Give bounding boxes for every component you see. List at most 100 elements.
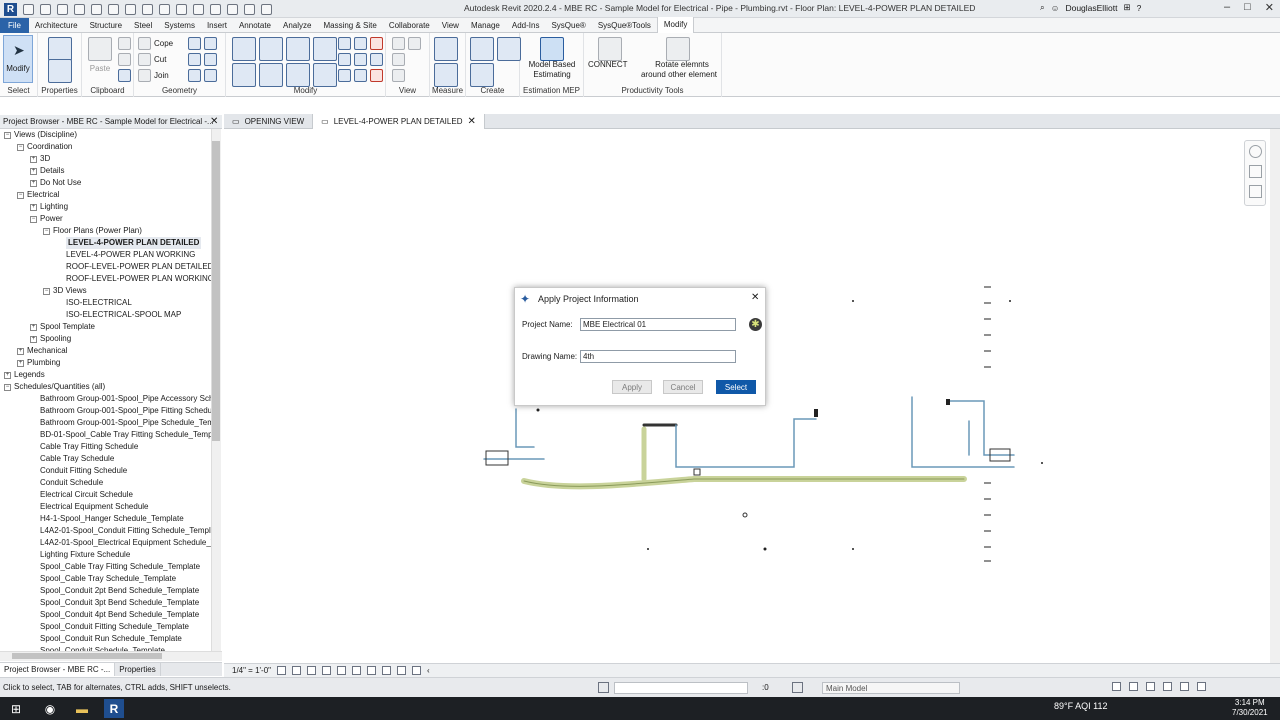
shadows-icon[interactable] [322, 666, 332, 675]
design-options-icon[interactable] [792, 682, 803, 693]
tree-item[interactable]: Bathroom Group-001-Spool_Pipe Accessory … [30, 393, 211, 405]
scroll-left-icon[interactable]: ‹ [427, 666, 430, 675]
tree-item[interactable]: ROOF-LEVEL-POWER PLAN WORKING [56, 273, 211, 285]
menu-tab-manage[interactable]: Manage [465, 18, 506, 33]
expand-icon[interactable]: + [30, 167, 37, 175]
match-properties-icon[interactable] [118, 69, 131, 82]
revit-logo-icon[interactable]: R [4, 2, 17, 16]
cart-icon[interactable]: ⊞ [1123, 2, 1130, 13]
help-icon[interactable]: ? [1137, 3, 1142, 13]
clock[interactable]: 3:14 PM 7/30/2021 [1232, 698, 1268, 718]
tree-item[interactable]: − Coordination [17, 141, 72, 153]
scale-icon[interactable] [354, 53, 367, 66]
tab-level-4-power-plan[interactable]: ▭ LEVEL-4-POWER PLAN DETAILED ✕ [313, 114, 485, 129]
file-explorer-icon[interactable]: ▬ [72, 699, 92, 718]
menu-tab-structure[interactable]: Structure [84, 18, 128, 33]
tree-item[interactable]: L4A2-01-Spool_Electrical Equipment Sched… [30, 537, 211, 549]
wall-joins-icon[interactable] [204, 53, 217, 66]
collapse-icon[interactable]: − [17, 191, 24, 199]
mirror-draw-icon[interactable] [313, 37, 337, 61]
select-by-face-icon[interactable] [1163, 682, 1172, 691]
collapse-icon[interactable]: − [43, 287, 50, 295]
sync-icon[interactable] [57, 3, 68, 15]
tree-item[interactable]: − Views (Discipline) [4, 129, 77, 141]
menu-tab-sysque[interactable]: SysQue® [545, 18, 591, 33]
copy-icon[interactable] [259, 63, 283, 87]
measure-icon[interactable] [125, 3, 136, 15]
tree-item[interactable]: LEVEL-4-POWER PLAN DETAILED [56, 237, 202, 249]
dimension-icon[interactable] [434, 63, 458, 87]
settings-gear-icon[interactable]: ✱ [749, 318, 762, 331]
visual-style-icon[interactable] [292, 666, 302, 675]
linework-icon[interactable] [392, 53, 405, 66]
tab-properties[interactable]: Properties [115, 663, 161, 676]
select-dropdown[interactable]: Select [0, 86, 37, 95]
create-group-icon[interactable] [470, 63, 494, 87]
tree-item[interactable]: Spool_Cable Tray Fitting Schedule_Templa… [30, 561, 200, 573]
start-icon[interactable]: ⊞ [6, 699, 26, 718]
revit-taskbar-icon[interactable]: R [104, 699, 124, 718]
remove-paint-icon[interactable] [188, 69, 201, 82]
design-option-dropdown[interactable]: Main Model [822, 682, 960, 694]
close-hidden-icon[interactable] [227, 3, 238, 15]
maximize-icon[interactable]: □ [1244, 1, 1251, 14]
expand-icon[interactable]: + [30, 335, 37, 343]
binoculars-icon[interactable]: ⌕ [1040, 2, 1045, 13]
select-underlay-icon[interactable] [1129, 682, 1138, 691]
project-browser-hscroll-thumb[interactable] [12, 653, 162, 659]
workset-dropdown[interactable] [614, 682, 748, 694]
menu-tab-sysque-tools[interactable]: SysQue®Tools [592, 18, 657, 33]
pin-icon[interactable] [370, 53, 383, 66]
dialog-close-icon[interactable]: ✕ [751, 292, 759, 303]
delete-icon[interactable] [370, 69, 383, 82]
save-icon[interactable] [40, 3, 51, 15]
tree-item[interactable]: −3D Views [43, 285, 87, 297]
user-name[interactable]: DouglasElliott [1065, 3, 1117, 13]
expand-icon[interactable]: + [4, 371, 11, 379]
trim-icon[interactable] [313, 63, 337, 87]
tree-item[interactable]: Cable Tray Schedule [30, 453, 114, 465]
tree-item[interactable]: ROOF-LEVEL-POWER PLAN DETAILED [56, 261, 211, 273]
select-pinned-icon[interactable] [1146, 682, 1155, 691]
highlight-displacement-icon[interactable] [412, 666, 422, 675]
section-icon[interactable] [193, 3, 204, 15]
create-assembly-icon[interactable] [470, 37, 494, 61]
tag-icon[interactable] [142, 3, 153, 15]
undo-icon[interactable] [74, 3, 85, 15]
expand-icon[interactable]: + [30, 323, 37, 331]
open-icon[interactable] [23, 3, 34, 15]
model-based-estimating-icon[interactable] [540, 37, 564, 61]
menu-tab-massing-site[interactable]: Massing & Site [317, 18, 382, 33]
unpin-icon[interactable] [370, 37, 383, 50]
menu-tab-analyze[interactable]: Analyze [277, 18, 317, 33]
close-tab-icon[interactable]: ✕ [467, 116, 475, 127]
join-button[interactable]: Join [138, 69, 169, 82]
tree-item[interactable]: Cable Tray Fitting Schedule [30, 441, 138, 453]
tree-item[interactable]: Spool_Conduit 4pt Bend Schedule_Template [30, 609, 199, 621]
chrome-icon[interactable]: ◉ [40, 699, 60, 718]
split-face-icon[interactable] [188, 37, 201, 50]
tree-item[interactable]: + Spool Template [30, 321, 95, 333]
tree-item[interactable]: ISO-ELECTRICAL-SPOOL MAP [56, 309, 181, 321]
tree-item[interactable]: L4A2-01-Spool_Conduit Fitting Schedule_T… [30, 525, 211, 537]
offset-icon[interactable] [259, 37, 283, 61]
canvas-vertical-scrollbar[interactable] [1270, 129, 1280, 663]
tree-item[interactable]: +3D [30, 153, 50, 165]
3d-view-icon[interactable] [176, 3, 187, 15]
menu-tab-collaborate[interactable]: Collaborate [383, 18, 436, 33]
override-graphics-icon[interactable] [392, 37, 405, 50]
drawing-name-input[interactable] [580, 350, 736, 363]
drag-elements-icon[interactable] [1180, 682, 1189, 691]
tree-item[interactable]: LEVEL-4-POWER PLAN WORKING [56, 249, 195, 261]
steering-wheel-icon[interactable] [1249, 145, 1262, 158]
tree-item[interactable]: + Spooling [30, 333, 71, 345]
tree-item[interactable]: − Electrical [17, 189, 59, 201]
expand-icon[interactable]: + [17, 347, 24, 355]
cope-button[interactable]: Cope [138, 37, 173, 50]
menu-tab-insert[interactable]: Insert [201, 18, 233, 33]
expand-icon[interactable]: + [17, 359, 24, 367]
worksets-icon[interactable] [598, 682, 609, 693]
print-icon[interactable] [108, 3, 119, 15]
tree-item[interactable]: + Plumbing [17, 357, 60, 369]
tree-item[interactable]: Electrical Equipment Schedule [30, 501, 149, 513]
